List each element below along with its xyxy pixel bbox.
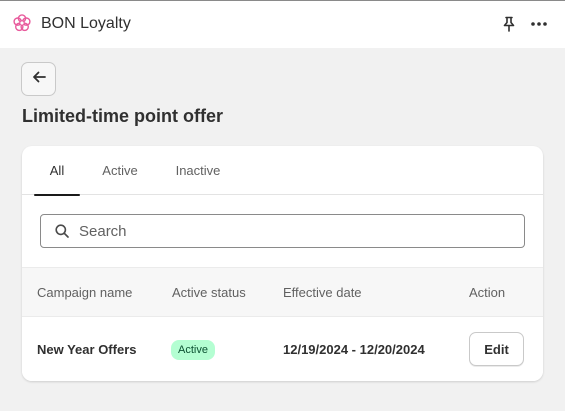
edit-button[interactable]: Edit bbox=[469, 332, 524, 366]
tab-inactive[interactable]: Inactive bbox=[168, 146, 228, 195]
flower-icon bbox=[12, 13, 32, 33]
app-title: BON Loyalty bbox=[41, 15, 131, 32]
back-button[interactable] bbox=[21, 62, 56, 96]
page-title: Limited-time point offer bbox=[22, 106, 223, 126]
app-header-bar: BON Loyalty bbox=[0, 0, 565, 48]
campaign-name-cell: New Year Offers bbox=[37, 342, 137, 357]
arrow-left-icon bbox=[31, 69, 47, 90]
status-badge: Active bbox=[171, 340, 215, 360]
column-header-action: Action bbox=[469, 285, 506, 300]
table-header: Campaign name Active status Effective da… bbox=[22, 267, 543, 317]
table-row: New Year Offers Active 12/19/2024 - 12/2… bbox=[22, 317, 543, 381]
search-icon bbox=[54, 223, 70, 239]
tab-bar: All Active Inactive bbox=[22, 146, 543, 196]
column-header-active-status: Active status bbox=[172, 285, 246, 300]
column-header-effective-date: Effective date bbox=[283, 285, 362, 300]
pin-icon[interactable] bbox=[500, 15, 518, 33]
search-input[interactable] bbox=[79, 215, 519, 247]
column-header-campaign-name: Campaign name bbox=[37, 285, 133, 300]
campaign-card: All Active Inactive Campaign name Active… bbox=[22, 146, 543, 381]
more-horizontal-icon[interactable] bbox=[529, 15, 549, 33]
effective-date-cell: 12/19/2024 - 12/20/2024 bbox=[283, 342, 425, 357]
tab-active[interactable]: Active bbox=[96, 146, 144, 195]
search-field[interactable] bbox=[40, 214, 525, 248]
tab-all[interactable]: All bbox=[34, 146, 80, 196]
